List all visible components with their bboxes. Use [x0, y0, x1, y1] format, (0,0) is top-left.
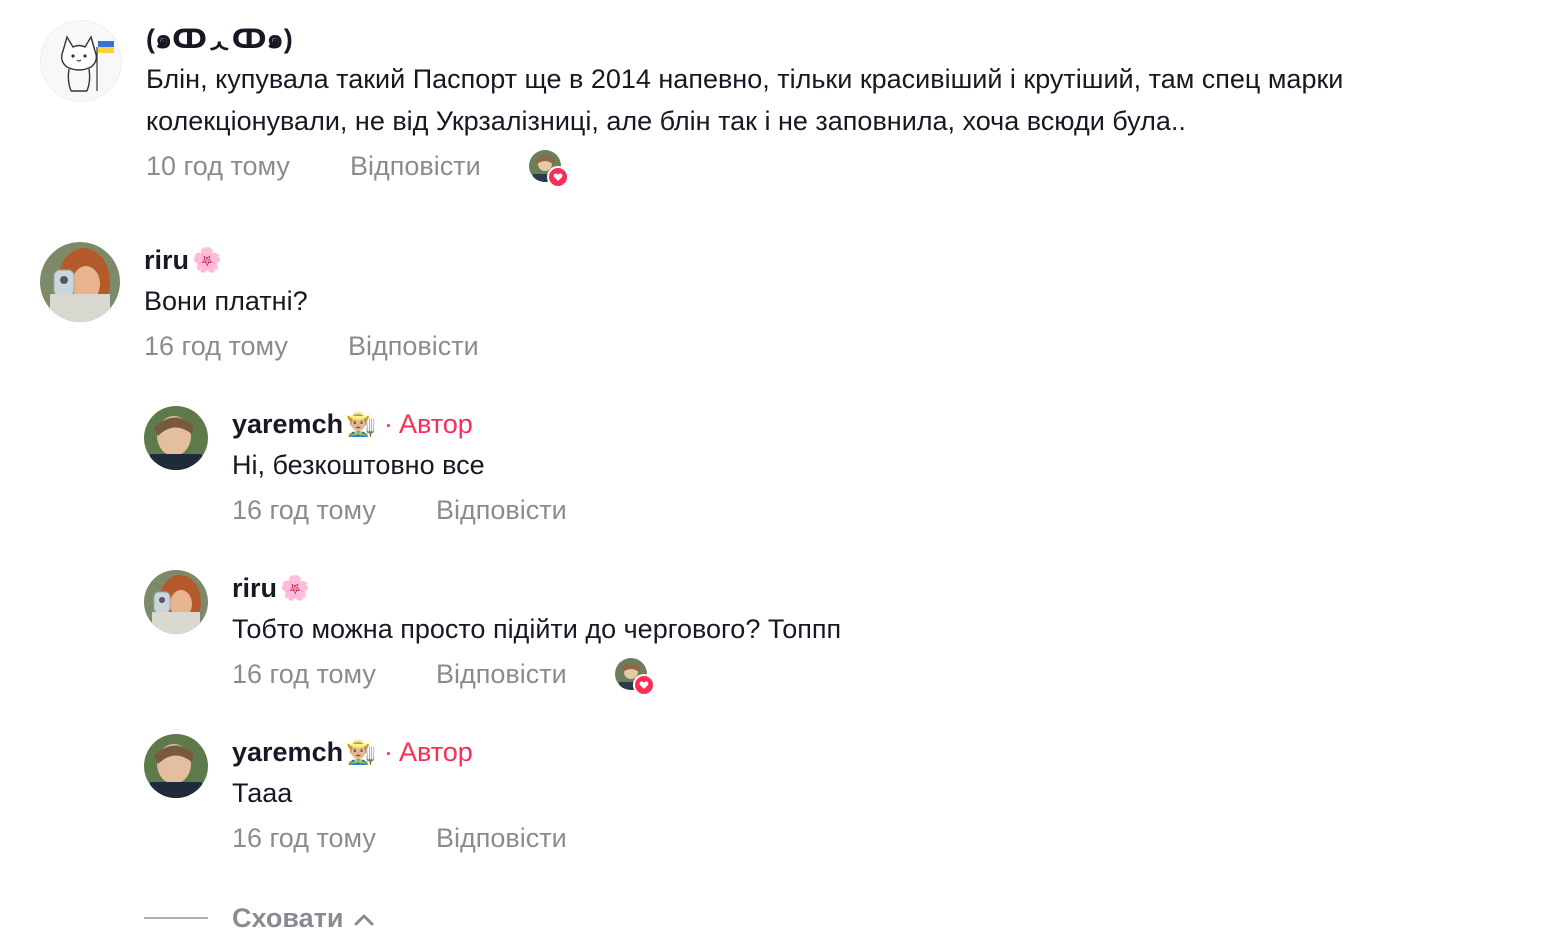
timestamp: 16 год тому [144, 330, 288, 361]
timestamp: 16 год тому [232, 822, 376, 853]
reply-button[interactable]: Відповісти [436, 823, 567, 854]
comment-text: Тааа [232, 778, 293, 808]
author-separator: · [383, 736, 393, 767]
avatar[interactable] [40, 242, 120, 322]
comment-text: Вони платні? [144, 280, 479, 322]
avatar[interactable] [144, 734, 208, 798]
comment: (๑ↀᆺↀ๑) Блін, купувала такий Паспорт ще … [40, 20, 1343, 188]
author-separator: · [383, 408, 393, 439]
comment-body: (๑ↀᆺↀ๑) Блін, купувала такий Паспорт ще … [146, 20, 1343, 188]
profile-photo-icon [144, 406, 208, 470]
comment-text-line: Вони платні? [144, 286, 308, 316]
timestamp: 16 год тому [232, 658, 376, 689]
comment-body: yaremch 👨🏼‍🌾 · Автор Тааа 16 год тому Ві… [232, 734, 567, 858]
comment-meta: 16 год тому Відповісти [144, 326, 479, 366]
liked-by-author-badge [614, 658, 655, 696]
comment-meta: 16 год тому Відповісти [232, 654, 841, 696]
comment-meta: 10 год тому Відповісти [146, 146, 1343, 188]
reply-comment: riru 🌸 Тобто можна просто підійти до чер… [144, 570, 842, 696]
reply-comment: yaremch 👨🏼‍🌾 · Автор Тааа 16 год тому Ві… [144, 734, 567, 858]
profile-photo-icon [40, 242, 120, 322]
comment-body: yaremch 👨🏼‍🌾 · Автор Ні, безкоштовно все… [232, 406, 567, 530]
username-row: (๑ↀᆺↀ๑) [146, 20, 1343, 56]
author-badge: Автор [398, 408, 473, 439]
reply-button[interactable]: Відповісти [350, 151, 481, 182]
username-row: yaremch 👨🏼‍🌾 · Автор [232, 734, 567, 770]
comment-text-line: колекціонували, не від Укрзалізниці, але… [146, 106, 1186, 136]
comment-meta: 16 год тому Відповісти [232, 818, 567, 858]
comment-text-line: Блін, купувала такий Паспорт ще в 2014 н… [146, 64, 1344, 94]
heart-icon [632, 674, 655, 696]
comment-meta: 16 год тому Відповісти [232, 490, 567, 530]
avatar[interactable] [144, 570, 208, 634]
reply-button[interactable]: Відповісти [348, 331, 479, 362]
heart-icon [546, 166, 569, 188]
flower-emoji: 🌸 [280, 574, 310, 602]
divider [144, 917, 208, 919]
flower-emoji: 🌸 [192, 246, 222, 274]
username-row: riru 🌸 [144, 242, 479, 278]
username[interactable]: yaremch [232, 409, 343, 440]
reply-comment: yaremch 👨🏼‍🌾 · Автор Ні, безкоштовно все… [144, 406, 567, 530]
farmer-emoji: 👨🏼‍🌾 [346, 738, 376, 766]
timestamp: 16 год тому [232, 494, 376, 525]
username[interactable]: riru [232, 573, 277, 604]
username[interactable]: riru [144, 245, 189, 276]
liked-by-author-badge [528, 150, 569, 188]
chevron-up-icon[interactable] [353, 903, 375, 934]
farmer-emoji: 👨🏼‍🌾 [346, 410, 376, 438]
comment-text: Блін, купувала такий Паспорт ще в 2014 н… [146, 58, 1343, 142]
hide-replies-row: Сховати [144, 898, 375, 938]
profile-photo-icon [144, 734, 208, 798]
comment: riru 🌸 Вони платні? 16 год тому Відповіс… [40, 242, 479, 366]
author-badge: Автор [398, 736, 473, 767]
comment-text: Тобто можна просто підійти до чергового?… [232, 614, 842, 644]
cat-drawing-icon [41, 21, 121, 101]
username[interactable]: yaremch [232, 737, 343, 768]
reply-button[interactable]: Відповісти [436, 659, 567, 690]
reply-button[interactable]: Відповісти [436, 495, 567, 526]
username-row: yaremch 👨🏼‍🌾 · Автор [232, 406, 567, 442]
hide-replies-button[interactable]: Сховати [232, 903, 343, 934]
username[interactable]: (๑ↀᆺↀ๑) [146, 17, 293, 60]
avatar[interactable] [144, 406, 208, 470]
timestamp: 10 год тому [146, 150, 290, 181]
avatar[interactable] [40, 20, 122, 102]
comment-body: riru 🌸 Вони платні? 16 год тому Відповіс… [144, 242, 479, 366]
username-row: riru 🌸 [232, 570, 841, 606]
comment-text: Ні, безкоштовно все [232, 450, 485, 480]
comment-body: riru 🌸 Тобто можна просто підійти до чер… [232, 570, 842, 696]
profile-photo-icon [144, 570, 208, 634]
